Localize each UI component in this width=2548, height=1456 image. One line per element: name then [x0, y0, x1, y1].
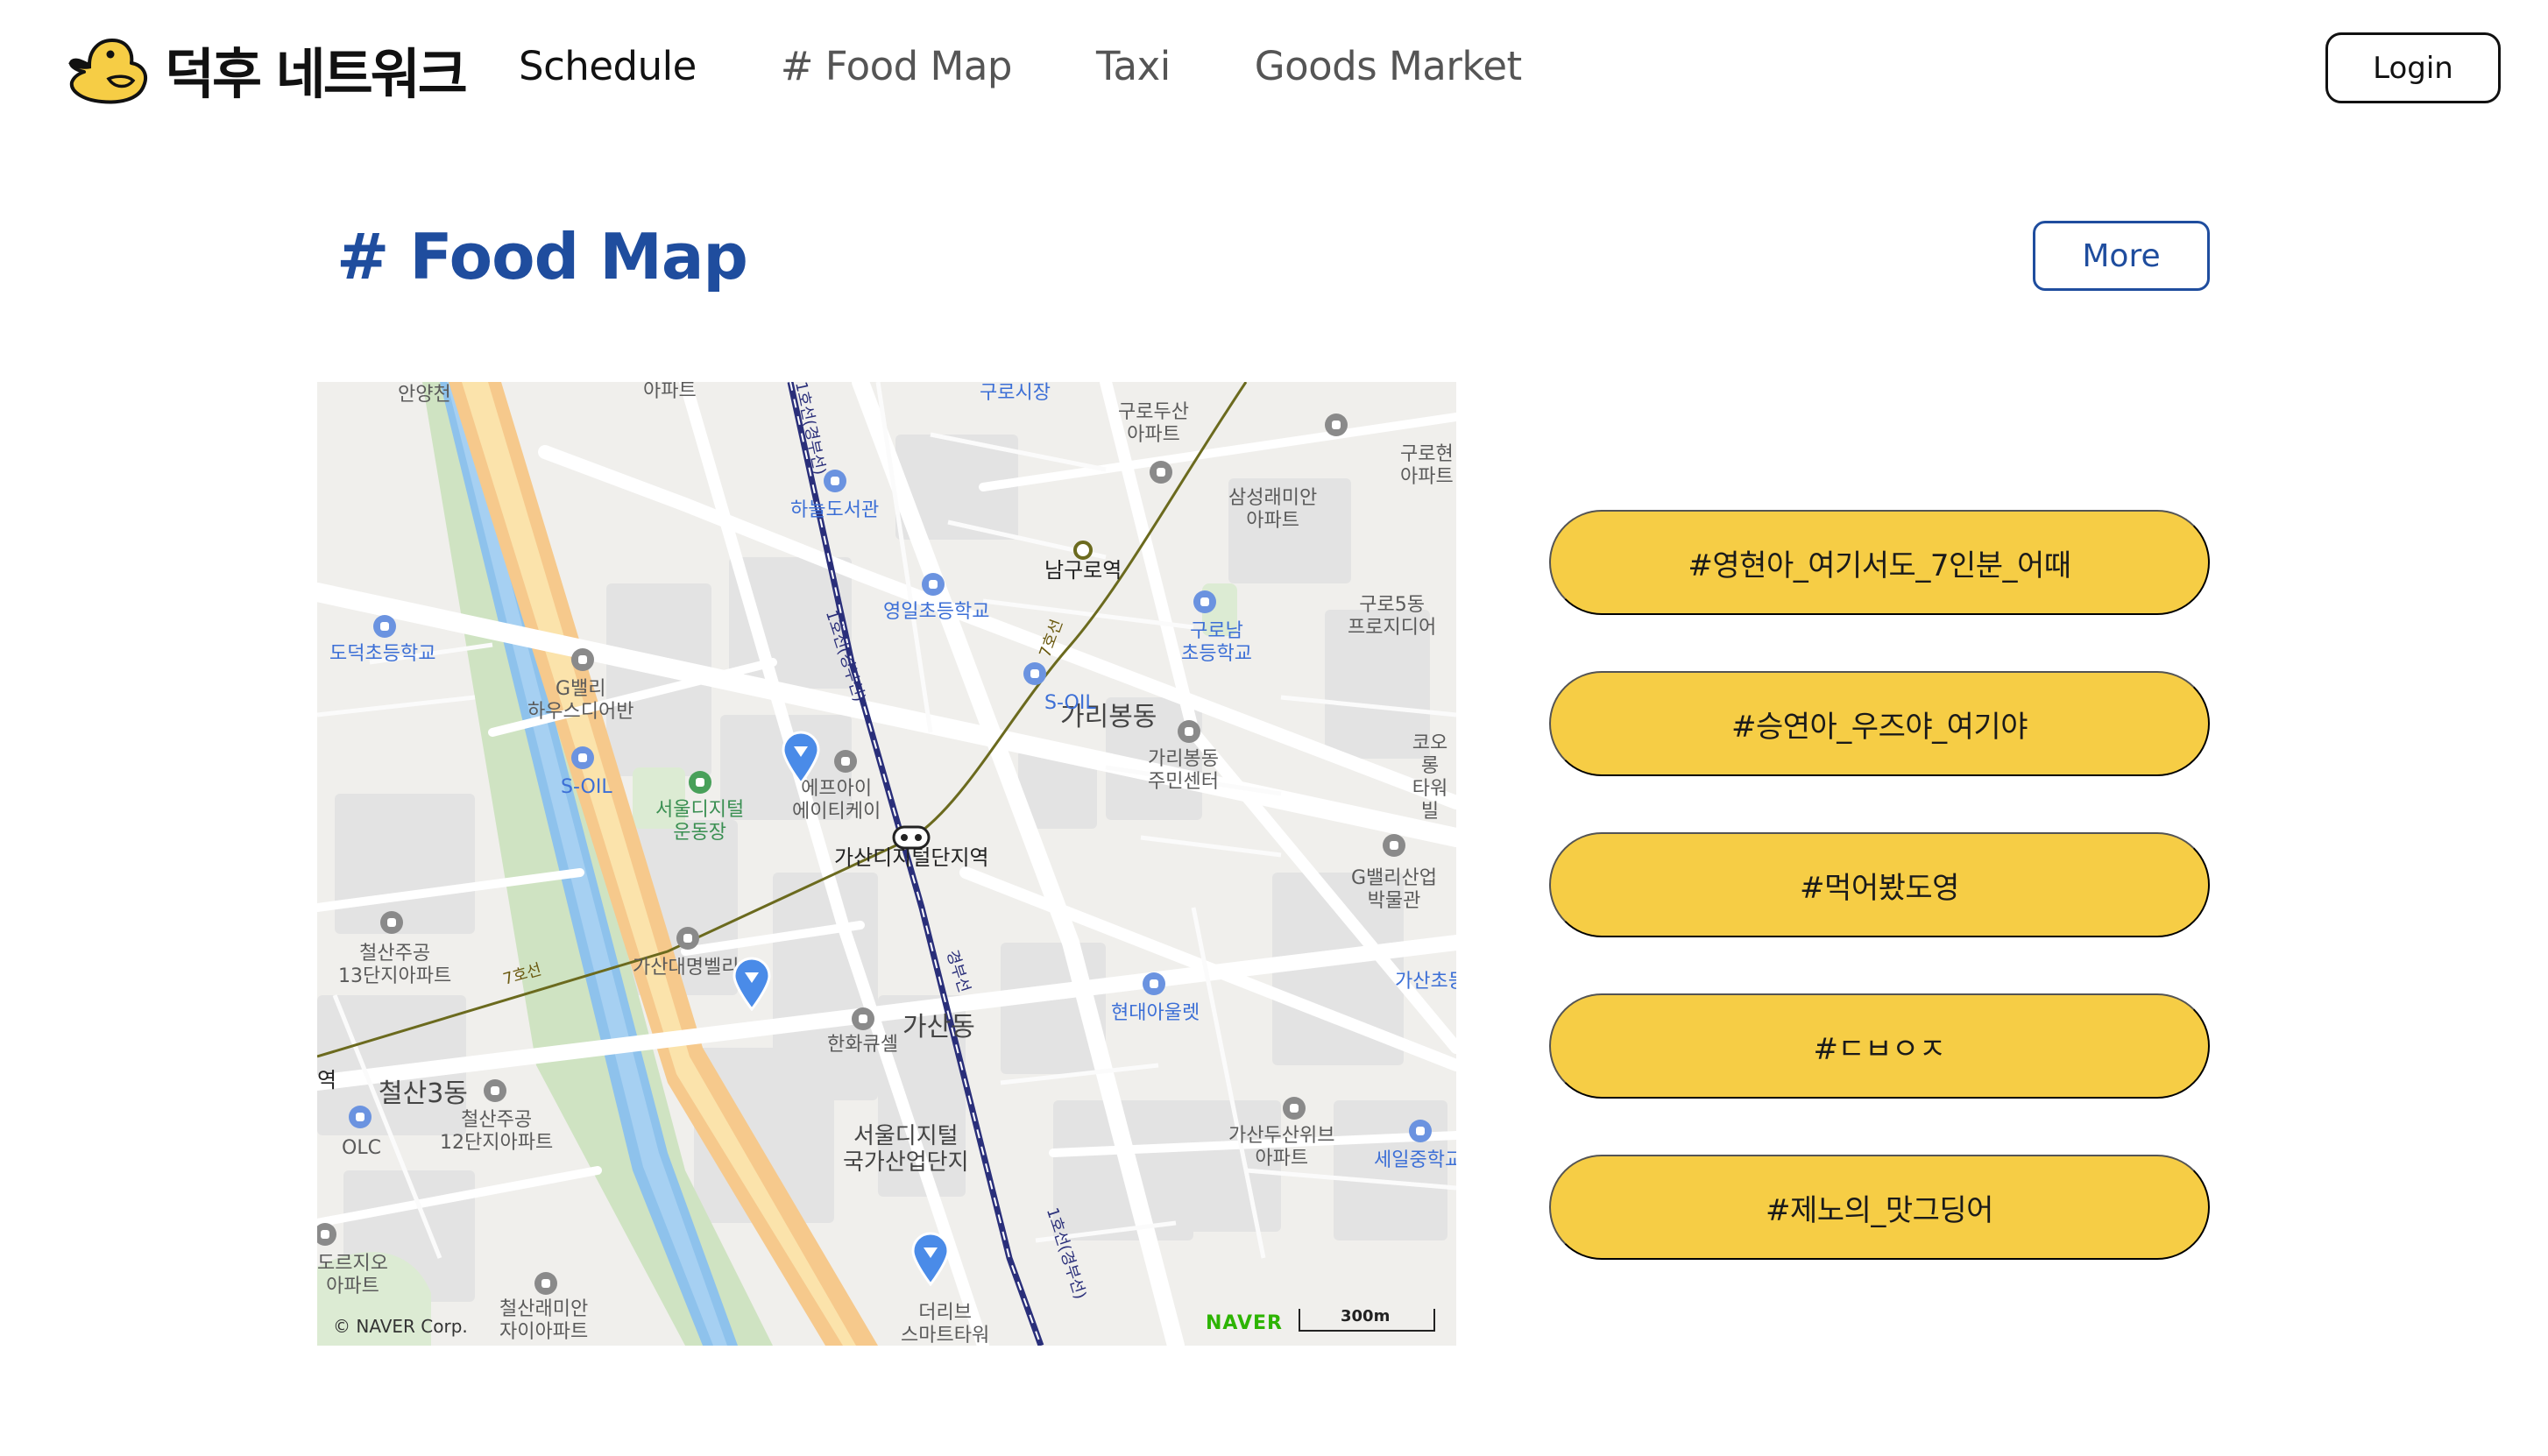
map-label: 가산초등	[1395, 971, 1456, 993]
map-label: 구로현 아파트	[1400, 443, 1454, 488]
brand-name: 덕후 네트워크	[165, 42, 468, 106]
poi-marker[interactable]	[1283, 1097, 1306, 1120]
map-label: 남구로역	[1044, 558, 1122, 583]
poi-marker[interactable]	[1383, 834, 1405, 857]
map-label: 세일중학교	[1374, 1149, 1456, 1171]
map-label: 코오롱 타워빌	[1412, 732, 1448, 823]
poi-marker[interactable]	[1409, 1120, 1432, 1142]
poi-marker[interactable]	[1193, 590, 1216, 613]
poi-marker[interactable]	[1325, 413, 1348, 436]
map-label: 구로시장	[980, 382, 1051, 404]
map-label: 구로5동 프로지디어	[1348, 594, 1437, 639]
nav-goods-market[interactable]: Goods Market	[1255, 39, 1522, 95]
nav-food-map[interactable]: # Food Map	[781, 39, 1013, 95]
map-label: 더리브 스마트타워	[901, 1302, 990, 1346]
map-label: 철산래미안 자이아파트	[499, 1298, 589, 1343]
map-label: 가산두산위브 아파트	[1228, 1125, 1335, 1170]
food-tag-button[interactable]: #ㄷㅂㅇㅈ	[1549, 993, 2210, 1099]
food-map[interactable]: 안양천 아파트 구로시장 구로두산 아파트 구로현 아파트 하늘도서관 삼성래미…	[317, 382, 1456, 1346]
map-scale-label: 300m	[1341, 1307, 1391, 1325]
map-label: 역	[317, 1068, 337, 1092]
food-tag-button[interactable]: #제노의_맛그딩어	[1549, 1155, 2210, 1260]
poi-marker[interactable]	[380, 911, 403, 934]
map-label: 아파트	[643, 382, 697, 402]
map-label: 철산주공 13단지아파트	[338, 943, 452, 987]
map-label: 도덕초등학교	[329, 643, 436, 665]
map-copyright: © NAVER Corp.	[333, 1316, 468, 1337]
map-label: S-OIL	[561, 776, 612, 798]
poi-marker[interactable]	[571, 648, 594, 671]
map-label: 가산대명벨리	[633, 957, 740, 979]
restaurant-pin-icon[interactable]	[733, 957, 771, 1011]
map-label: OLC	[342, 1137, 381, 1159]
poi-marker[interactable]	[534, 1272, 557, 1295]
poi-marker[interactable]	[1023, 662, 1046, 685]
poi-marker[interactable]	[834, 750, 857, 773]
poi-marker[interactable]	[571, 746, 594, 769]
brand-logo[interactable]: 덕후 네트워크	[58, 30, 468, 109]
map-label: 가리봉동 주민센터	[1148, 748, 1219, 793]
map-label: 구로남 초등학교	[1181, 620, 1252, 665]
page-title: # Food Map	[336, 220, 748, 293]
map-label: 가산디지털단지역	[834, 845, 989, 870]
poi-marker[interactable]	[1150, 461, 1172, 484]
map-label: 철산주공 12단지아파트	[440, 1109, 554, 1154]
poi-marker[interactable]	[1143, 972, 1165, 995]
poi-marker[interactable]	[484, 1079, 506, 1102]
map-label: 안양천	[398, 384, 451, 406]
food-tag-button[interactable]: #먹어봤도영	[1549, 832, 2210, 937]
nav-schedule[interactable]: Schedule	[519, 39, 697, 95]
poi-marker[interactable]	[852, 1007, 874, 1030]
poi-marker[interactable]	[922, 573, 945, 596]
map-label: 구로두산 아파트	[1118, 401, 1189, 446]
map-label: 한화큐셀	[827, 1034, 898, 1056]
map-label: 하늘도서관	[790, 499, 880, 521]
top-navigation-bar: 덕후 네트워크 Schedule # Food Map Taxi Goods M…	[0, 0, 2548, 140]
map-label: 삼성래미안 아파트	[1228, 487, 1318, 532]
map-label: S-OIL	[1044, 692, 1096, 714]
map-label: 서울디지털 운동장	[655, 799, 745, 844]
map-label: 영일초등학교	[883, 601, 990, 623]
nav-taxi[interactable]: Taxi	[1096, 39, 1171, 95]
food-tag-button[interactable]: #승연아_우즈야_여기야	[1549, 671, 2210, 776]
map-label: 도르지오 아파트	[317, 1253, 388, 1297]
food-tag-button[interactable]: #영현아_여기서도_7인분_어때	[1549, 510, 2210, 615]
login-button[interactable]: Login	[2325, 32, 2501, 103]
map-label: 서울디지털 국가산업단지	[843, 1123, 969, 1176]
poi-marker[interactable]	[1178, 720, 1200, 743]
map-label: G밸리산업 박물관	[1351, 867, 1438, 912]
poi-marker[interactable]	[689, 771, 711, 794]
poi-marker[interactable]	[349, 1106, 372, 1128]
restaurant-pin-icon[interactable]	[782, 731, 820, 785]
main-nav: Schedule # Food Map Taxi Goods Market	[519, 39, 1606, 95]
more-button[interactable]: More	[2033, 221, 2210, 291]
poi-marker[interactable]	[824, 470, 846, 492]
poi-marker[interactable]	[676, 927, 699, 950]
food-tag-list: #영현아_여기서도_7인분_어때 #승연아_우즈야_여기야 #먹어봤도영 #ㄷㅂ…	[1549, 510, 2210, 1316]
map-provider-logo[interactable]: NAVER	[1206, 1312, 1283, 1334]
duck-icon	[68, 39, 148, 104]
map-label: 현대아울렛	[1111, 1002, 1200, 1024]
map-label: 철산3동	[379, 1078, 468, 1109]
map-label: 가산동	[902, 1012, 975, 1043]
poi-marker[interactable]	[373, 615, 396, 638]
map-label: G밸리 하우스디어반	[527, 678, 634, 723]
restaurant-pin-icon[interactable]	[911, 1232, 950, 1286]
